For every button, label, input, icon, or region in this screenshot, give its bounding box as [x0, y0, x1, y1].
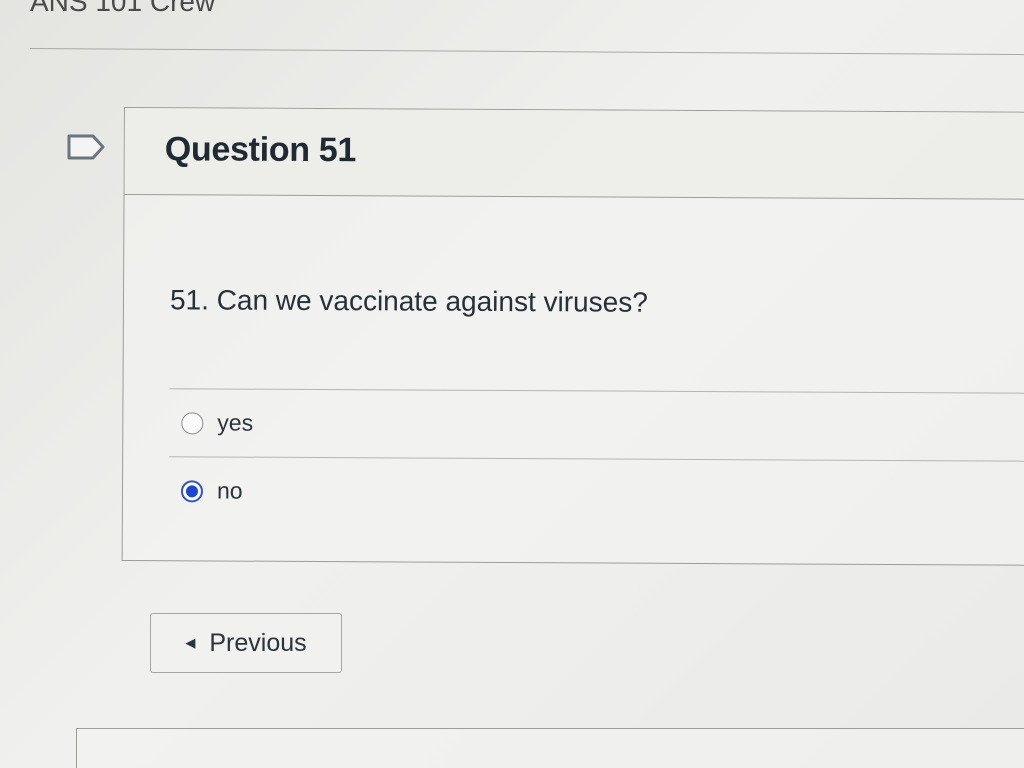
- question-prompt: Can we vaccinate against viruses?: [216, 284, 648, 318]
- flag-question-icon[interactable]: [66, 133, 106, 161]
- previous-button[interactable]: ◀ Previous: [150, 613, 342, 673]
- radio-no-selected[interactable]: [180, 479, 204, 502]
- answer-option-yes[interactable]: yes: [169, 389, 1024, 461]
- left-arrow-icon: ◀: [185, 635, 196, 650]
- course-header: ANS 101 Crew: [30, 0, 216, 17]
- question-card: Question 51 51. Can we vaccinate against…: [121, 107, 1024, 566]
- answer-option-no[interactable]: no: [169, 457, 1024, 529]
- question-number: 51.: [169, 284, 210, 316]
- quiz-page: ANS 101 Crew Question 51 51. Can we vacc…: [0, 0, 1024, 768]
- answer-list: yes no: [169, 388, 1024, 529]
- header-divider: [29, 48, 1024, 56]
- answer-label-yes: yes: [217, 409, 254, 436]
- question-header: Question 51: [124, 108, 1024, 200]
- answer-label-no: no: [216, 477, 243, 504]
- question-text: 51. Can we vaccinate against viruses?: [170, 284, 648, 319]
- previous-label: Previous: [209, 628, 307, 657]
- next-question-card: [76, 728, 1024, 768]
- question-title: Question 51: [164, 130, 357, 170]
- radio-yes[interactable]: [181, 411, 204, 434]
